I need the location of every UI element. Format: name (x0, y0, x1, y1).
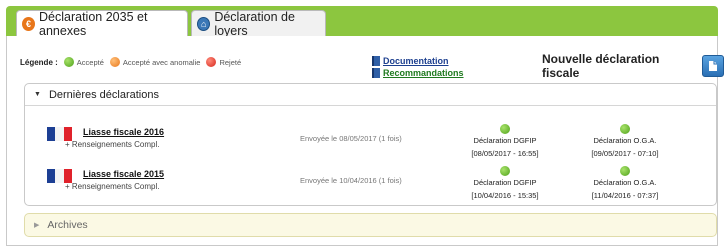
french-flag-icon (47, 127, 72, 141)
tab-declaration-2035[interactable]: € Déclaration 2035 et annexes (16, 9, 188, 38)
recent-declarations-header[interactable]: ▼ Dernières déclarations (25, 84, 716, 106)
legend-item-label: Rejeté (219, 57, 242, 67)
new-declaration: Nouvelle déclaration fiscale (542, 52, 724, 80)
new-document-icon (709, 61, 718, 71)
dgfip-label: Déclaration DGFIP (473, 178, 537, 187)
dgfip-date: [08/05/2017 - 16:55] (471, 149, 539, 158)
oga-status: Déclaration O.G.A. [09/05/2017 - 07:10] (570, 124, 680, 158)
new-declaration-label: Nouvelle déclaration fiscale (542, 52, 660, 80)
dgfip-status: Déclaration DGFIP [08/05/2017 - 16:55] (450, 124, 560, 158)
recommandations-link[interactable]: Recommandations (372, 67, 464, 79)
legend-item-accepted: Accepté (63, 57, 104, 67)
oga-date: [09/05/2017 - 07:10] (591, 149, 659, 158)
doc-links: Documentation Recommandations (372, 55, 464, 79)
tab-declaration-loyers[interactable]: ⌂ Déclaration de loyers (191, 9, 326, 38)
declaration-subtitle: + Renseignements Compl. (65, 140, 160, 149)
home-icon: ⌂ (197, 16, 211, 31)
green-status-icon (620, 124, 630, 134)
chevron-right-icon: ▶ (34, 222, 40, 229)
documentation-link[interactable]: Documentation (372, 55, 464, 67)
recommandations-label: Recommandations (383, 68, 464, 78)
new-declaration-button[interactable] (702, 55, 724, 77)
tab-label: Déclaration de loyers (214, 9, 295, 38)
oga-label: Déclaration O.G.A. (593, 136, 657, 145)
sent-date: Envoyée le 10/04/2016 (1 fois) (300, 176, 402, 185)
declaration-row: Liasse fiscale 2016 + Renseignements Com… (25, 122, 716, 158)
archives-title: Archives (47, 219, 88, 231)
legend-item-rejected: Rejeté (206, 57, 241, 67)
green-status-icon (620, 166, 630, 176)
green-status-icon (500, 124, 510, 134)
legend-label: Légende : (20, 57, 58, 67)
declaration-subtitle: + Renseignements Compl. (65, 182, 160, 191)
book-icon (372, 56, 380, 66)
archives-section[interactable]: ▶ Archives (24, 213, 717, 237)
tab-bar: € Déclaration 2035 et annexes ⌂ Déclarat… (6, 6, 718, 38)
oga-label: Déclaration O.G.A. (593, 178, 657, 187)
legend-item-label: Accepté avec anomalie (122, 57, 201, 67)
oga-status: Déclaration O.G.A. [11/04/2016 - 07:37] (570, 166, 680, 200)
legend-item-anomaly: Accepté avec anomalie (109, 57, 201, 67)
documentation-label: Documentation (383, 56, 449, 66)
dgfip-status: Déclaration DGFIP [10/04/2016 - 15:35] (450, 166, 560, 200)
french-flag-icon (47, 169, 72, 183)
red-status-icon (206, 57, 217, 67)
legend-item-label: Accepté (76, 57, 104, 67)
recent-declarations-section: ▼ Dernières déclarations Liasse fiscale … (24, 83, 717, 206)
euro-icon: € (22, 16, 36, 31)
section-title: Dernières déclarations (48, 88, 159, 101)
orange-status-icon (109, 57, 120, 67)
green-status-icon (500, 166, 510, 176)
sent-date: Envoyée le 08/05/2017 (1 fois) (300, 134, 402, 143)
oga-date: [11/04/2016 - 07:37] (591, 191, 659, 200)
chevron-down-icon: ▼ (34, 91, 41, 98)
dgfip-label: Déclaration DGFIP (473, 136, 537, 145)
declaration-title-link[interactable]: Liasse fiscale 2016 (83, 127, 164, 137)
dgfip-date: [10/04/2016 - 15:35] (471, 191, 539, 200)
tab-label: Déclaration 2035 et annexes (39, 9, 148, 38)
legend: Légende : Accepté Accepté avec anomalie … (20, 57, 247, 67)
declaration-row: Liasse fiscale 2015 + Renseignements Com… (25, 164, 716, 200)
declaration-title-link[interactable]: Liasse fiscale 2015 (83, 169, 164, 179)
book-icon (372, 68, 380, 78)
green-status-icon (63, 57, 74, 67)
